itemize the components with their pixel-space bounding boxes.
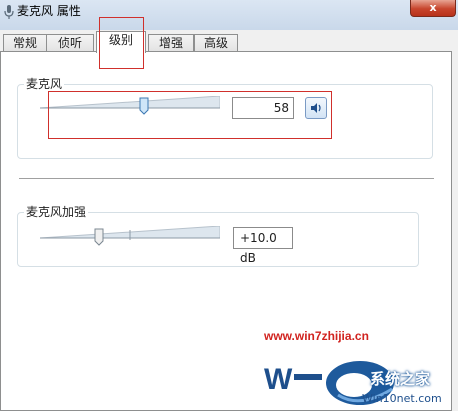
close-button[interactable]: x (410, 0, 456, 17)
tab-listen[interactable]: 侦听 (46, 34, 94, 51)
watermark-site: Win10net.com (362, 392, 442, 405)
boost-slider-thumb[interactable] (94, 228, 104, 246)
microphone-boost-group-label: 麦克风加强 (24, 205, 89, 219)
microphone-properties-window: 麦克风 属性 x 常规 侦听 级别 增强 高级 麦克风 58 麦克风加强 +10… (0, 0, 458, 411)
tab-label: 高级 (203, 36, 228, 50)
tab-general[interactable]: 常规 (3, 34, 47, 51)
microphone-icon (4, 5, 14, 19)
svg-text:W: W (264, 363, 293, 396)
boost-slider-track[interactable] (40, 226, 220, 240)
close-icon: x (429, 1, 437, 14)
tab-advanced[interactable]: 高级 (194, 34, 238, 51)
window-title: 麦克风 属性 (17, 4, 81, 18)
tab-levels-highlight (99, 17, 144, 69)
watermark-brand: 系统之家 (370, 370, 431, 388)
tab-strip: 常规 侦听 级别 增强 高级 (0, 30, 458, 53)
tab-label: 增强 (158, 36, 183, 50)
tab-label: 侦听 (57, 36, 82, 50)
microphone-group-label: 麦克风 (24, 77, 65, 91)
microphone-level-highlight (48, 91, 332, 139)
separator (19, 178, 434, 179)
watermark-url: www.win7zhijia.cn (264, 329, 369, 343)
tab-enhancements[interactable]: 增强 (148, 34, 194, 51)
boost-level-field[interactable]: +10.0 dB (233, 227, 293, 265)
tab-label: 常规 (12, 36, 37, 50)
title-bar: 麦克风 属性 x (0, 0, 458, 30)
